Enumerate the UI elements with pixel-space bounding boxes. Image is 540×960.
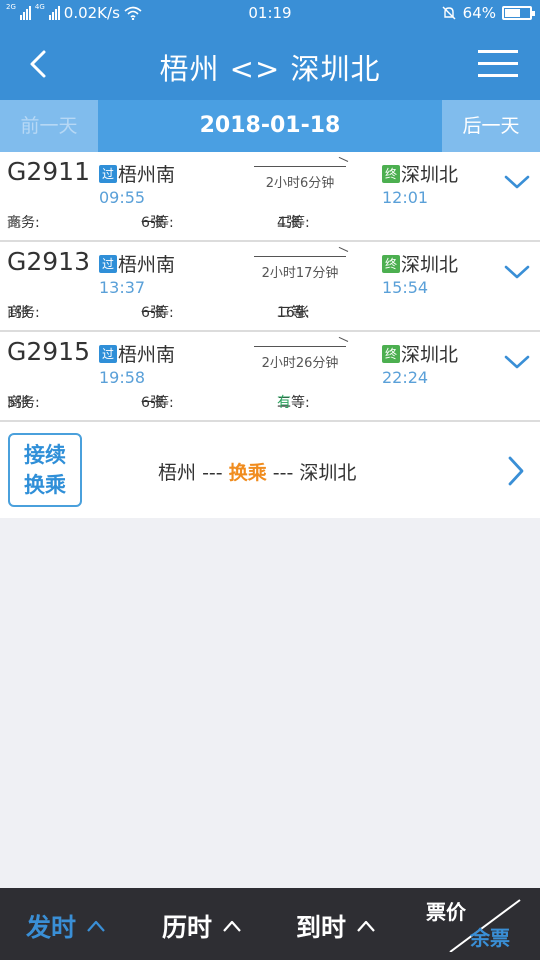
bottom-sort-bar: 发时 历时 到时 票价 余票	[0, 888, 540, 960]
header: 梧州 <> 深圳北	[0, 28, 540, 100]
departure-station: 过梧州南	[99, 250, 175, 277]
departure-station-name: 梧州南	[118, 344, 176, 366]
train-list: G2911 过梧州南 09:55 2小时6分钟 终深圳北 12:01 商务: 无…	[0, 152, 540, 518]
departure-time: 13:37	[99, 278, 146, 297]
departure-station: 过梧州南	[99, 160, 175, 187]
departure-time: 09:55	[99, 188, 146, 207]
duration: 2小时26分钟	[254, 336, 350, 372]
duration-text: 2小时17分钟	[261, 266, 339, 281]
arrival-station: 终深圳北	[382, 340, 458, 367]
sort-arrival-label: 到时	[296, 913, 347, 942]
transfer-to: 深圳北	[299, 462, 357, 484]
menu-icon[interactable]	[478, 48, 518, 80]
notification-off-icon	[442, 6, 456, 20]
sort-by-departure[interactable]: 发时	[26, 908, 106, 944]
train-row[interactable]: G2911 过梧州南 09:55 2小时6分钟 终深圳北 12:01 商务: 无…	[0, 152, 540, 242]
duration-arrow	[254, 256, 346, 257]
date-bar: 前一天 2018-01-18 后一天	[0, 100, 540, 152]
pass-badge: 过	[99, 345, 117, 363]
arrival-station-name: 深圳北	[401, 254, 459, 276]
transfer-button[interactable]: 接续 换乘	[8, 433, 82, 507]
train-number: G2911	[7, 157, 90, 186]
status-right: 64%	[441, 4, 535, 22]
price-remaining-toggle[interactable]: 票价 余票	[424, 888, 524, 960]
first-class-value: 6张	[141, 215, 164, 231]
sort-by-duration[interactable]: 历时	[162, 908, 242, 944]
chevron-down-icon[interactable]	[503, 262, 531, 282]
sort-up-icon	[87, 920, 105, 932]
status-bar: 2G 4G 0.02K/s 01:19 64%	[0, 0, 540, 28]
duration-arrowhead	[338, 246, 349, 252]
duration-arrow	[254, 166, 346, 167]
transfer-route: 梧州 --- 换乘 --- 深圳北	[158, 458, 356, 485]
arrival-time: 22:24	[382, 368, 429, 387]
second-class-value: 4张	[277, 215, 300, 231]
remaining-label: 余票	[470, 926, 510, 950]
train-row[interactable]: G2913 过梧州南 13:37 2小时17分钟 终深圳北 15:54 商务: …	[0, 242, 540, 332]
duration-arrowhead	[338, 336, 349, 342]
transfer-row[interactable]: 接续 换乘 梧州 --- 换乘 --- 深圳北	[0, 422, 540, 518]
second-class-value: 16张	[277, 305, 309, 321]
train-row[interactable]: G2915 过梧州南 19:58 2小时26分钟 终深圳北 22:24 商务: …	[0, 332, 540, 422]
pass-badge: 过	[99, 165, 117, 183]
departure-station-name: 梧州南	[118, 254, 176, 276]
sort-by-arrival[interactable]: 到时	[296, 908, 376, 944]
sort-up-icon	[357, 920, 375, 932]
first-class-value: 6张	[141, 305, 164, 321]
duration-arrow	[254, 346, 346, 347]
chevron-down-icon[interactable]	[503, 172, 531, 192]
next-day-button[interactable]: 后一天	[442, 100, 540, 152]
transfer-button-line2: 换乘	[24, 473, 66, 497]
battery-fill	[505, 9, 521, 17]
first-class-value: 6张	[141, 395, 164, 411]
pass-badge: 过	[99, 255, 117, 273]
end-badge: 终	[382, 165, 400, 183]
sort-duration-label: 历时	[162, 913, 213, 942]
business-seats-value: 1张	[7, 305, 30, 321]
business-seats-value: 无	[7, 215, 21, 231]
arrival-station-name: 深圳北	[401, 164, 459, 186]
duration: 2小时6分钟	[254, 156, 350, 192]
departure-station-name: 梧州南	[118, 164, 176, 186]
battery-icon	[502, 6, 535, 20]
train-number: G2915	[7, 337, 90, 366]
transfer-button-line1: 接续	[24, 443, 66, 467]
sort-departure-label: 发时	[26, 913, 77, 942]
arrival-station-name: 深圳北	[401, 344, 459, 366]
duration-text: 2小时26分钟	[261, 356, 339, 371]
arrival-station: 终深圳北	[382, 250, 458, 277]
transfer-dashes: ---	[202, 462, 223, 484]
train-number: G2913	[7, 247, 90, 276]
arrival-time: 12:01	[382, 188, 429, 207]
end-badge: 终	[382, 255, 400, 273]
sort-up-icon	[223, 920, 241, 932]
battery-percent: 64%	[462, 4, 496, 22]
chevron-down-icon[interactable]	[503, 352, 531, 372]
end-badge: 终	[382, 345, 400, 363]
arrival-time: 15:54	[382, 278, 429, 297]
arrival-station: 终深圳北	[382, 160, 458, 187]
second-class-value: 有	[277, 395, 291, 411]
page-title: 梧州 <> 深圳北	[159, 52, 381, 86]
departure-station: 过梧州南	[99, 340, 175, 367]
transfer-middle: 换乘	[228, 462, 267, 484]
transfer-from: 梧州	[158, 462, 197, 484]
duration-arrowhead	[338, 156, 349, 162]
duration: 2小时17分钟	[254, 246, 350, 282]
transfer-dashes: ---	[272, 462, 294, 484]
business-seats-value: 5张	[7, 395, 30, 411]
chevron-right-icon[interactable]	[505, 454, 527, 488]
departure-time: 19:58	[99, 368, 146, 387]
duration-text: 2小时6分钟	[265, 176, 335, 191]
